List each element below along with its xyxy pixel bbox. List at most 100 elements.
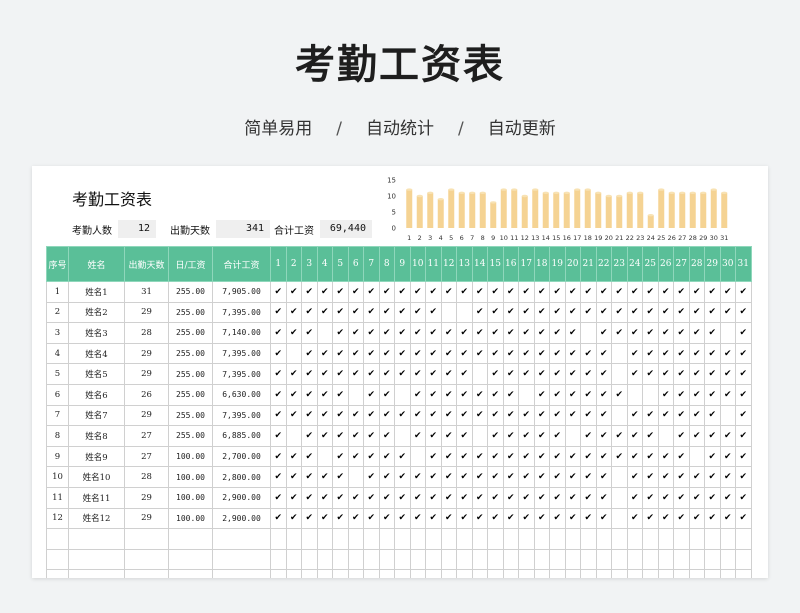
cell-attendance[interactable]: ✔ [580,445,597,468]
cell-attendance[interactable]: ✔ [502,301,519,324]
cell-attendance[interactable]: ✔ [378,445,395,468]
cell-attendance[interactable]: ✔ [301,507,318,530]
cell-attendance[interactable]: ✔ [533,486,550,509]
cell-attendance[interactable]: ✔ [642,445,659,468]
col-header-day[interactable]: 12 [440,246,457,282]
cell-attendance[interactable]: ✔ [471,486,488,509]
cell-attendance[interactable]: ✔ [487,507,504,530]
cell-name[interactable]: 姓名4 [68,342,125,365]
cell-attendance[interactable]: ✔ [301,342,318,365]
col-header-day[interactable]: 7 [363,246,380,282]
cell-days[interactable]: 27 [124,425,169,447]
cell-attendance[interactable]: ✔ [487,383,504,406]
cell-empty[interactable] [347,569,364,578]
cell-empty[interactable] [316,548,333,571]
cell-attendance[interactable]: ✔ [471,342,488,365]
cell-attendance[interactable]: ✔ [394,507,411,530]
cell-daily[interactable]: 100.00 [168,486,213,509]
cell-attendance[interactable]: ✔ [595,363,612,385]
cell-attendance[interactable]: ✔ [487,301,504,324]
cell-attendance[interactable] [719,404,736,427]
cell-daily[interactable]: 100.00 [168,466,213,488]
cell-total[interactable]: 7,395.00 [212,363,271,385]
cell-attendance[interactable]: ✔ [611,322,628,344]
cell-attendance[interactable]: ✔ [719,466,736,488]
cell-attendance[interactable]: ✔ [285,445,302,468]
cell-empty[interactable] [735,528,752,550]
cell-attendance[interactable]: ✔ [425,507,442,530]
cell-attendance[interactable]: ✔ [285,301,302,324]
cell-empty[interactable] [580,528,597,550]
cell-empty[interactable] [642,548,659,571]
cell-seq[interactable]: 11 [46,486,69,509]
cell-attendance[interactable] [611,342,628,365]
cell-empty[interactable] [68,569,125,578]
cell-attendance[interactable]: ✔ [316,507,333,530]
cell-seq[interactable]: 3 [46,322,69,344]
cell-attendance[interactable]: ✔ [642,425,659,447]
cell-attendance[interactable]: ✔ [347,281,364,303]
cell-daily[interactable]: 255.00 [168,281,213,303]
cell-attendance[interactable]: ✔ [487,342,504,365]
col-header-day[interactable]: 18 [533,246,550,282]
cell-attendance[interactable]: ✔ [688,425,705,447]
cell-attendance[interactable]: ✔ [657,507,674,530]
cell-seq[interactable]: 12 [46,507,69,530]
cell-attendance[interactable]: ✔ [719,486,736,509]
cell-total[interactable]: 2,800.00 [212,466,271,488]
cell-empty[interactable] [332,528,349,550]
cell-empty[interactable] [549,548,566,571]
cell-empty[interactable] [363,548,380,571]
cell-attendance[interactable]: ✔ [502,404,519,427]
cell-attendance[interactable]: ✔ [456,404,473,427]
cell-attendance[interactable]: ✔ [595,322,612,344]
cell-empty[interactable] [425,569,442,578]
cell-empty[interactable] [657,528,674,550]
cell-attendance[interactable]: ✔ [673,281,690,303]
cell-seq[interactable]: 4 [46,342,69,365]
cell-attendance[interactable] [611,507,628,530]
cell-attendance[interactable] [611,486,628,509]
cell-attendance[interactable]: ✔ [533,445,550,468]
cell-attendance[interactable]: ✔ [518,445,535,468]
cell-empty[interactable] [580,548,597,571]
cell-attendance[interactable]: ✔ [285,507,302,530]
cell-attendance[interactable]: ✔ [626,281,643,303]
cell-attendance[interactable]: ✔ [285,383,302,406]
cell-attendance[interactable]: ✔ [657,322,674,344]
cell-attendance[interactable]: ✔ [471,383,488,406]
cell-attendance[interactable]: ✔ [394,466,411,488]
cell-attendance[interactable]: ✔ [735,486,752,509]
cell-total[interactable]: 7,395.00 [212,404,271,427]
cell-daily[interactable]: 255.00 [168,383,213,406]
cell-attendance[interactable]: ✔ [363,281,380,303]
cell-attendance[interactable]: ✔ [533,425,550,447]
col-header-day[interactable]: 2 [285,246,302,282]
cell-attendance[interactable]: ✔ [673,342,690,365]
cell-attendance[interactable]: ✔ [332,404,349,427]
cell-attendance[interactable]: ✔ [394,322,411,344]
cell-attendance[interactable]: ✔ [642,322,659,344]
cell-attendance[interactable]: ✔ [626,404,643,427]
cell-attendance[interactable]: ✔ [735,301,752,324]
cell-attendance[interactable]: ✔ [378,383,395,406]
cell-attendance[interactable]: ✔ [704,404,721,427]
days-value[interactable]: 341 [216,220,270,238]
cell-attendance[interactable]: ✔ [270,383,287,406]
cell-attendance[interactable]: ✔ [487,486,504,509]
cell-attendance[interactable]: ✔ [518,281,535,303]
col-header-day[interactable]: 10 [409,246,426,282]
cell-attendance[interactable]: ✔ [518,363,535,385]
cell-attendance[interactable]: ✔ [363,363,380,385]
cell-name[interactable]: 姓名5 [68,363,125,385]
cell-attendance[interactable]: ✔ [394,342,411,365]
cell-empty[interactable] [409,569,426,578]
cell-empty[interactable] [533,569,550,578]
cell-attendance[interactable]: ✔ [409,404,426,427]
cell-attendance[interactable]: ✔ [502,363,519,385]
col-header-day[interactable]: 19 [549,246,566,282]
cell-attendance[interactable]: ✔ [533,363,550,385]
cell-empty[interactable] [301,548,318,571]
cell-attendance[interactable]: ✔ [735,425,752,447]
cell-attendance[interactable]: ✔ [719,301,736,324]
